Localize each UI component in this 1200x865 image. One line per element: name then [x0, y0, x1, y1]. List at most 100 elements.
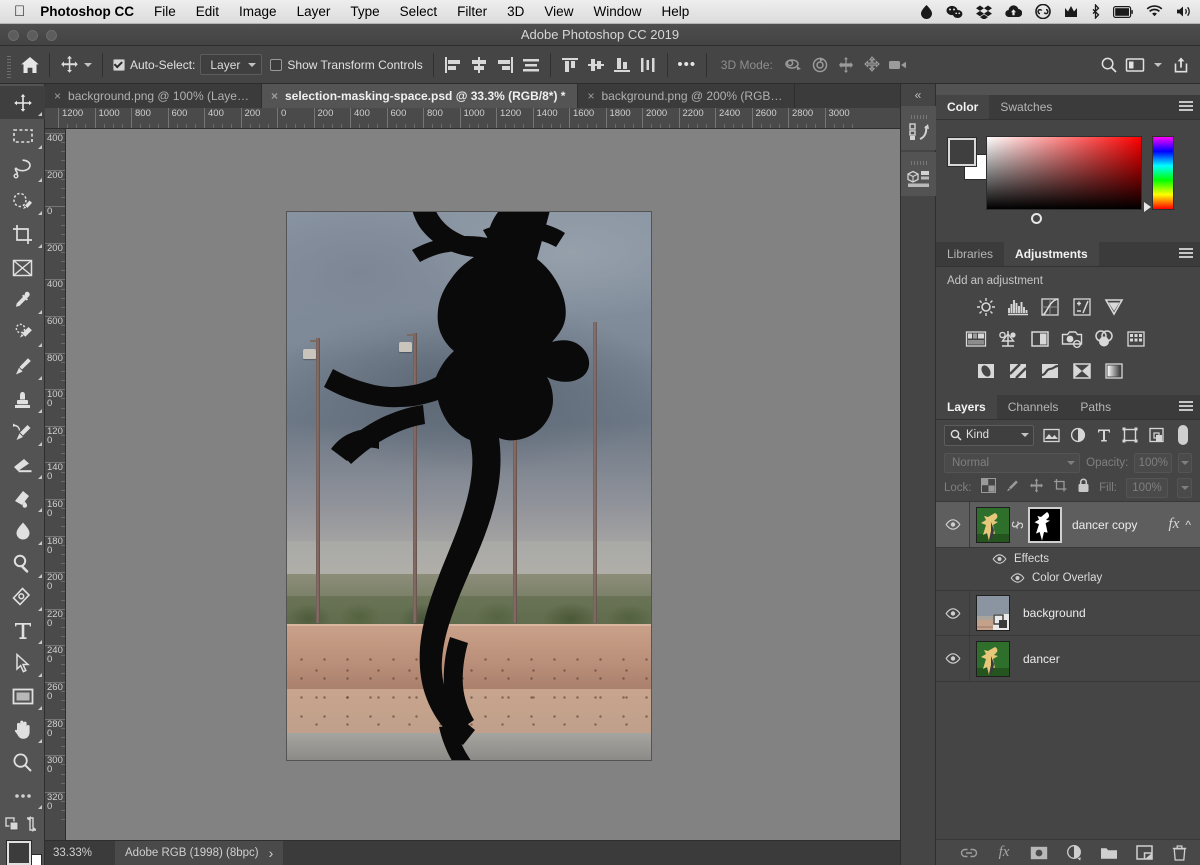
auto-select-checkbox[interactable] — [113, 58, 125, 71]
align-top-edges-icon[interactable] — [557, 52, 583, 78]
document-canvas[interactable] — [287, 212, 651, 760]
chevron-down-icon[interactable] — [1154, 62, 1162, 67]
show-transform-controls-control[interactable]: Show Transform Controls — [266, 50, 426, 80]
quick-selection-tool[interactable] — [0, 185, 45, 218]
close-icon[interactable]: × — [271, 90, 278, 102]
blend-mode-dropdown[interactable]: Normal — [944, 452, 1081, 473]
filter-shape-icon[interactable] — [1121, 425, 1139, 445]
battery-icon[interactable] — [1113, 5, 1133, 18]
hand-tool[interactable] — [0, 713, 45, 746]
bluetooth-icon[interactable] — [1091, 4, 1100, 19]
dropbox-icon[interactable] — [976, 5, 992, 19]
tool-submenu-indicator[interactable] — [38, 343, 42, 347]
menu-layer[interactable]: Layer — [287, 4, 341, 19]
horizontal-ruler[interactable]: 1200 1000 800 600 400 200 0 200 400 600 800 1000 120… — [45, 108, 900, 129]
layer-visibility-toggle[interactable] — [936, 636, 970, 681]
layer-effects-controls[interactable]: fx ^ — [1169, 516, 1200, 533]
active-tool-preset[interactable] — [56, 50, 96, 80]
hue-slider-marker[interactable] — [1144, 202, 1151, 212]
layer-thumbnail[interactable] — [976, 640, 1010, 677]
tab-color[interactable]: Color — [936, 95, 990, 119]
opacity-field[interactable]: 100% — [1134, 452, 1173, 473]
photo-filter-icon[interactable] — [1060, 327, 1084, 351]
delete-layer-icon[interactable] — [1170, 844, 1188, 862]
new-layer-icon[interactable] — [1135, 844, 1153, 862]
distribute-vertically-icon[interactable] — [635, 52, 661, 78]
table-row[interactable]: dancer copy fx ^ — [936, 502, 1200, 548]
orbit-3d-icon[interactable] — [781, 52, 807, 78]
menu-3d[interactable]: 3D — [497, 4, 534, 19]
3d-panel-icon[interactable] — [901, 152, 937, 196]
tool-submenu-indicator[interactable] — [38, 442, 42, 446]
cloud-upload-icon[interactable] — [1005, 5, 1022, 18]
chevron-right-icon[interactable]: › — [269, 845, 274, 861]
vertical-ruler[interactable]: 400 200 0 200 400 600 800 1000 1200 1400 1600 1800 2… — [45, 129, 66, 840]
home-icon[interactable] — [17, 52, 43, 78]
lock-all-icon[interactable] — [1077, 478, 1090, 498]
clone-stamp-tool[interactable] — [0, 383, 45, 416]
layer-name[interactable]: dancer copy — [1072, 518, 1169, 532]
teardrop-icon[interactable] — [920, 4, 933, 19]
fill-stepper[interactable] — [1177, 478, 1192, 498]
zoom-level-field[interactable]: 33.33% — [45, 847, 115, 859]
tool-submenu-indicator[interactable] — [38, 739, 42, 743]
lock-position-icon[interactable] — [1029, 478, 1044, 498]
dodge-tool[interactable] — [0, 548, 45, 581]
brightness-contrast-icon[interactable] — [974, 295, 998, 319]
tool-submenu-indicator[interactable] — [38, 211, 42, 215]
menu-edit[interactable]: Edit — [186, 4, 229, 19]
channel-mixer-icon[interactable] — [1092, 327, 1116, 351]
tool-submenu-indicator[interactable] — [38, 145, 42, 149]
zoom-3d-camera-icon[interactable] — [885, 52, 911, 78]
search-icon[interactable] — [1096, 52, 1122, 78]
curves-icon[interactable] — [1038, 295, 1062, 319]
layer-filter-kind-dropdown[interactable]: Kind — [944, 424, 1035, 446]
slide-3d-icon[interactable] — [859, 52, 885, 78]
gradient-tool[interactable] — [0, 482, 45, 515]
menu-window[interactable]: Window — [583, 4, 651, 19]
close-icon[interactable]: × — [54, 90, 61, 102]
tab-paths[interactable]: Paths — [1069, 395, 1122, 419]
layer-name[interactable]: background — [1023, 606, 1200, 620]
panel-menu-icon[interactable] — [1179, 248, 1193, 260]
volume-icon[interactable] — [1176, 5, 1192, 18]
link-layers-icon[interactable] — [960, 844, 978, 862]
edit-toolbar-tool[interactable] — [0, 779, 45, 812]
panel-menu-icon[interactable] — [1179, 101, 1193, 113]
eraser-tool[interactable] — [0, 449, 45, 482]
lasso-tool[interactable] — [0, 152, 45, 185]
lock-artboard-nesting-icon[interactable] — [1053, 478, 1068, 498]
spot-healing-brush-tool[interactable] — [0, 317, 45, 350]
tool-submenu-indicator[interactable] — [38, 508, 42, 512]
layer-thumbnail[interactable] — [976, 506, 1010, 543]
layer-name[interactable]: dancer — [1023, 652, 1200, 666]
tab-layers[interactable]: Layers — [936, 395, 997, 419]
path-selection-tool[interactable] — [0, 647, 45, 680]
fill-field[interactable]: 100% — [1126, 478, 1168, 498]
malwarebytes-icon[interactable] — [1064, 4, 1078, 19]
layer-mask-thumbnail[interactable] — [1028, 506, 1062, 543]
show-transform-checkbox[interactable] — [270, 58, 283, 71]
tool-submenu-indicator[interactable] — [38, 541, 42, 545]
tab-adjustments[interactable]: Adjustments — [1004, 242, 1099, 266]
distribute-horizontally-icon[interactable] — [518, 52, 544, 78]
pan-3d-icon[interactable] — [833, 52, 859, 78]
black-white-icon[interactable] — [1028, 327, 1052, 351]
foreground-color-swatch[interactable] — [947, 137, 977, 167]
arrange-documents-icon[interactable] — [1122, 52, 1148, 78]
close-icon[interactable]: × — [587, 90, 594, 102]
menu-help[interactable]: Help — [651, 4, 699, 19]
menu-image[interactable]: Image — [229, 4, 287, 19]
menu-select[interactable]: Select — [390, 4, 448, 19]
align-vertical-centers-icon[interactable] — [583, 52, 609, 78]
brush-tool[interactable] — [0, 350, 45, 383]
libraries-icon[interactable] — [901, 106, 937, 150]
zoom-tool[interactable] — [0, 746, 45, 779]
color-picker-field[interactable] — [986, 136, 1142, 224]
pen-tool[interactable] — [0, 581, 45, 614]
minimize-button[interactable] — [27, 30, 38, 41]
rectangular-marquee-tool[interactable] — [0, 119, 45, 152]
blur-tool[interactable] — [0, 515, 45, 548]
layer-visibility-toggle[interactable] — [936, 591, 970, 635]
menu-file[interactable]: File — [144, 4, 186, 19]
